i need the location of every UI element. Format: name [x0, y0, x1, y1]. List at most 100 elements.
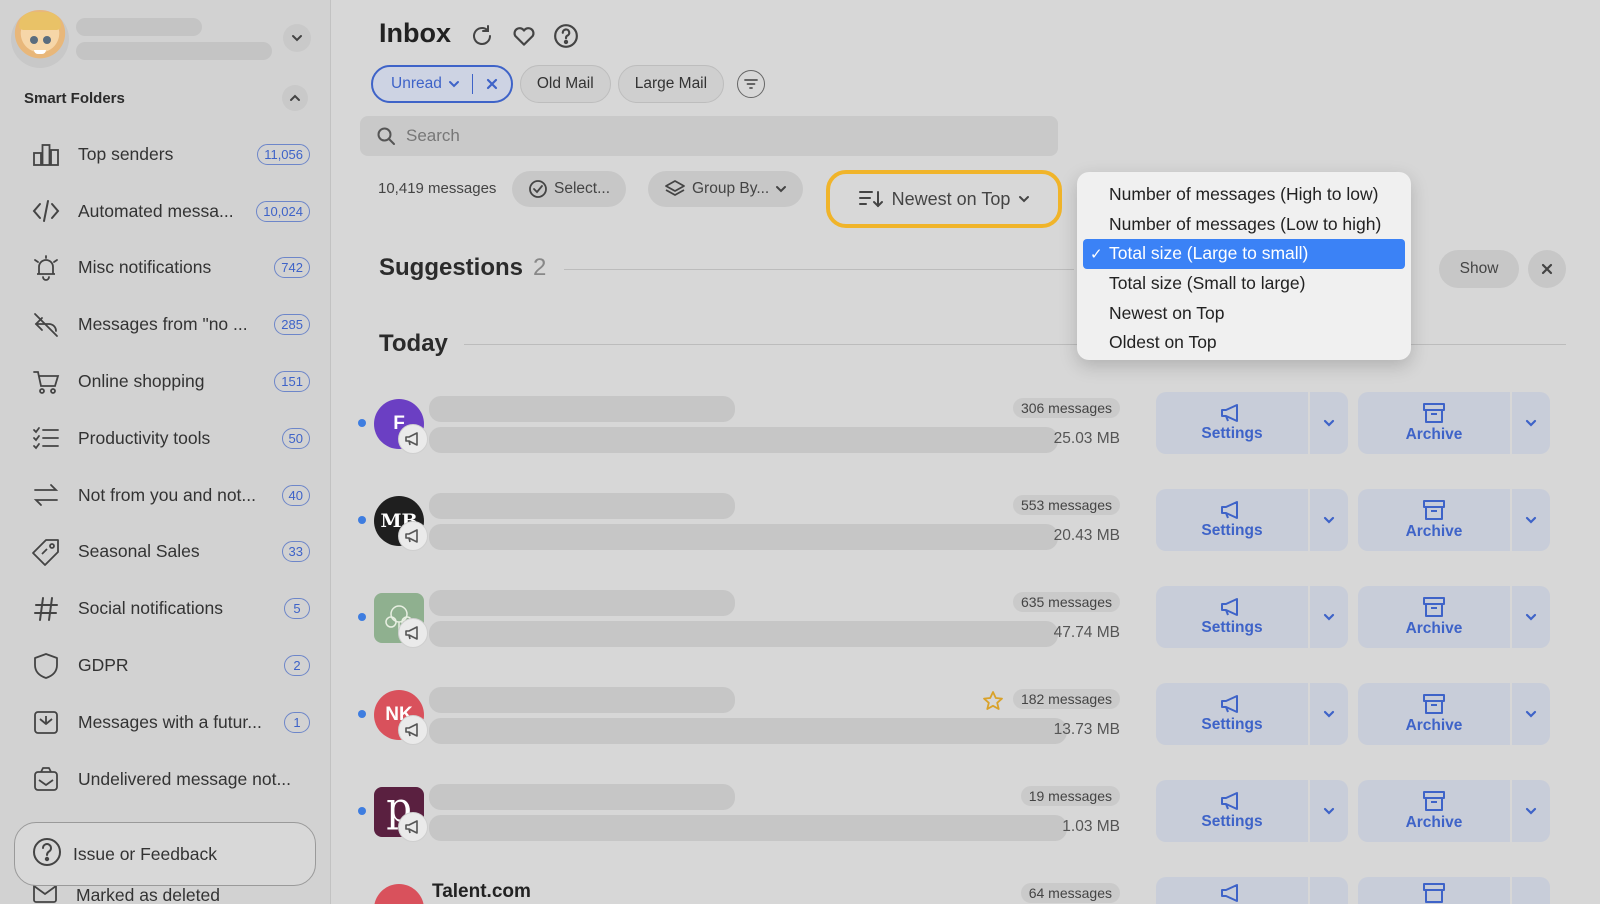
sender-name-placeholder [429, 493, 735, 519]
settings-dropdown-button[interactable] [1310, 586, 1348, 648]
megaphone-icon [1220, 597, 1244, 617]
group-by-label: Group By... [692, 180, 770, 197]
sender-name-placeholder [429, 687, 735, 713]
sort-option-size-small-large[interactable]: Total size (Small to large) [1083, 269, 1405, 299]
price-tag-icon [30, 536, 62, 568]
sidebar-item-misc-notifications[interactable]: Misc notifications 742 [30, 240, 310, 297]
group-by-button[interactable]: Group By... [648, 171, 804, 207]
settings-dropdown-button[interactable] [1310, 877, 1348, 904]
settings-button[interactable]: Settings [1156, 586, 1308, 648]
sort-option-oldest[interactable]: Oldest on Top [1083, 328, 1405, 358]
unread-filter-chip[interactable]: Unread [371, 65, 513, 103]
account-switcher[interactable] [11, 10, 311, 68]
sort-option-newest[interactable]: Newest on Top [1083, 298, 1405, 328]
archive-button[interactable]: Archive [1358, 780, 1510, 842]
sort-option-count-low-high[interactable]: Number of messages (Low to high) [1083, 210, 1405, 240]
settings-button[interactable]: Settings [1156, 683, 1308, 745]
sender-row[interactable]: Talent.com 64 messages [358, 877, 1600, 904]
sort-label: Newest on Top [891, 188, 1011, 209]
sender-row[interactable]: 635 messages 47.74 MB Settings Archive [358, 586, 1600, 650]
message-count-badge: 306 messages [1012, 398, 1120, 418]
sidebar-item-gdpr[interactable]: GDPR 2 [30, 637, 310, 694]
sort-button[interactable]: Newest on Top [826, 170, 1062, 228]
sidebar-item-future-messages[interactable]: Messages with a futur... 1 [30, 694, 310, 751]
sidebar-item-automated-messages[interactable]: Automated messa... 10,024 [30, 183, 310, 240]
filter-icon[interactable] [737, 70, 766, 98]
chevron-down-icon[interactable] [283, 24, 311, 52]
sender-row[interactable]: NK 182 messages 13.73 MB Settings Archiv… [358, 683, 1600, 747]
sidebar-item-not-from-you[interactable]: Not from you and not... 40 [30, 467, 310, 524]
count-badge: 1 [284, 711, 310, 733]
settings-dropdown-button[interactable] [1310, 780, 1348, 842]
refresh-icon[interactable] [468, 22, 496, 50]
sender-row[interactable]: F 306 messages 25.03 MB Settings Archive [358, 392, 1600, 456]
large-mail-filter-chip[interactable]: Large Mail [617, 65, 725, 103]
megaphone-icon [1220, 791, 1244, 811]
search-icon [376, 126, 396, 146]
sort-option-count-high-low[interactable]: Number of messages (High to low) [1083, 180, 1405, 210]
alarm-bell-icon [30, 252, 62, 284]
feedback-button[interactable]: Issue or Feedback [14, 822, 316, 886]
subject-placeholder [429, 427, 1058, 453]
archive-button[interactable]: Archive [1358, 489, 1510, 551]
settings-button[interactable]: Settings [1156, 780, 1308, 842]
megaphone-icon [398, 618, 428, 648]
dismiss-suggestions-button[interactable] [1528, 250, 1566, 288]
archive-button[interactable]: Archive [1358, 683, 1510, 745]
star-icon[interactable] [982, 690, 1004, 717]
archive-dropdown-button[interactable] [1512, 877, 1550, 904]
smart-folders-title: Smart Folders [24, 89, 125, 107]
smart-folders-header[interactable]: Smart Folders [24, 85, 308, 111]
suggestions-header: Suggestions 2 [379, 254, 546, 282]
sidebar-item-seasonal-sales[interactable]: Seasonal Sales 33 [30, 524, 310, 581]
header-actions [468, 22, 580, 50]
sidebar-item-label: Messages from "no ... [78, 314, 248, 335]
archive-dropdown-button[interactable] [1512, 392, 1550, 454]
archive-dropdown-button[interactable] [1512, 489, 1550, 551]
archive-box-icon [1422, 693, 1446, 715]
sidebar-item-undelivered[interactable]: Undelivered message not... [30, 751, 310, 808]
chevron-down-icon [1524, 416, 1538, 430]
settings-button[interactable] [1156, 877, 1308, 904]
settings-dropdown-button[interactable] [1310, 489, 1348, 551]
megaphone-icon [1220, 694, 1244, 714]
chevron-down-icon [1524, 513, 1538, 527]
settings-dropdown-button[interactable] [1310, 392, 1348, 454]
settings-label: Settings [1201, 522, 1263, 539]
sidebar-item-top-senders[interactable]: Top senders 11,056 [30, 126, 310, 183]
megaphone-icon [1220, 403, 1244, 423]
sender-row[interactable]: MB 553 messages 20.43 MB Settings Archiv… [358, 489, 1600, 553]
archive-button[interactable]: Archive [1358, 586, 1510, 648]
help-icon[interactable] [552, 22, 580, 50]
archive-label: Archive [1405, 426, 1463, 443]
search-input[interactable] [406, 126, 1006, 146]
archive-button[interactable]: Archive [1358, 392, 1510, 454]
account-name-placeholder [76, 18, 202, 36]
settings-label: Settings [1201, 619, 1263, 636]
subject-placeholder [429, 718, 1067, 744]
sort-option-size-large-small[interactable]: ✓ Total size (Large to small) [1083, 239, 1405, 269]
settings-button[interactable]: Settings [1156, 489, 1308, 551]
chevron-up-icon[interactable] [282, 85, 308, 111]
archive-dropdown-button[interactable] [1512, 683, 1550, 745]
sidebar-item-online-shopping[interactable]: Online shopping 151 [30, 353, 310, 410]
sidebar-item-social-notifications[interactable]: Social notifications 5 [30, 580, 310, 637]
message-count-badge: 182 messages [1012, 689, 1120, 709]
archive-dropdown-button[interactable] [1512, 586, 1550, 648]
old-mail-filter-chip[interactable]: Old Mail [519, 65, 611, 103]
archive-dropdown-button[interactable] [1512, 780, 1550, 842]
sender-name-placeholder [429, 784, 735, 810]
settings-dropdown-button[interactable] [1310, 683, 1348, 745]
count-badge: 2 [284, 655, 310, 677]
sidebar-item-no-reply[interactable]: Messages from "no ... 285 [30, 296, 310, 353]
select-button[interactable]: Select... [512, 171, 626, 207]
close-icon[interactable] [485, 77, 499, 91]
archive-button[interactable] [1358, 877, 1510, 904]
settings-button[interactable]: Settings [1156, 392, 1308, 454]
sender-row[interactable]: p 19 messages 1.03 MB Settings Archive [358, 780, 1600, 844]
swap-arrows-icon [30, 479, 62, 511]
heart-icon[interactable] [510, 22, 538, 50]
sidebar-item-productivity-tools[interactable]: Productivity tools 50 [30, 410, 310, 467]
show-suggestions-button[interactable]: Show [1439, 250, 1519, 288]
unread-dot [358, 613, 366, 621]
